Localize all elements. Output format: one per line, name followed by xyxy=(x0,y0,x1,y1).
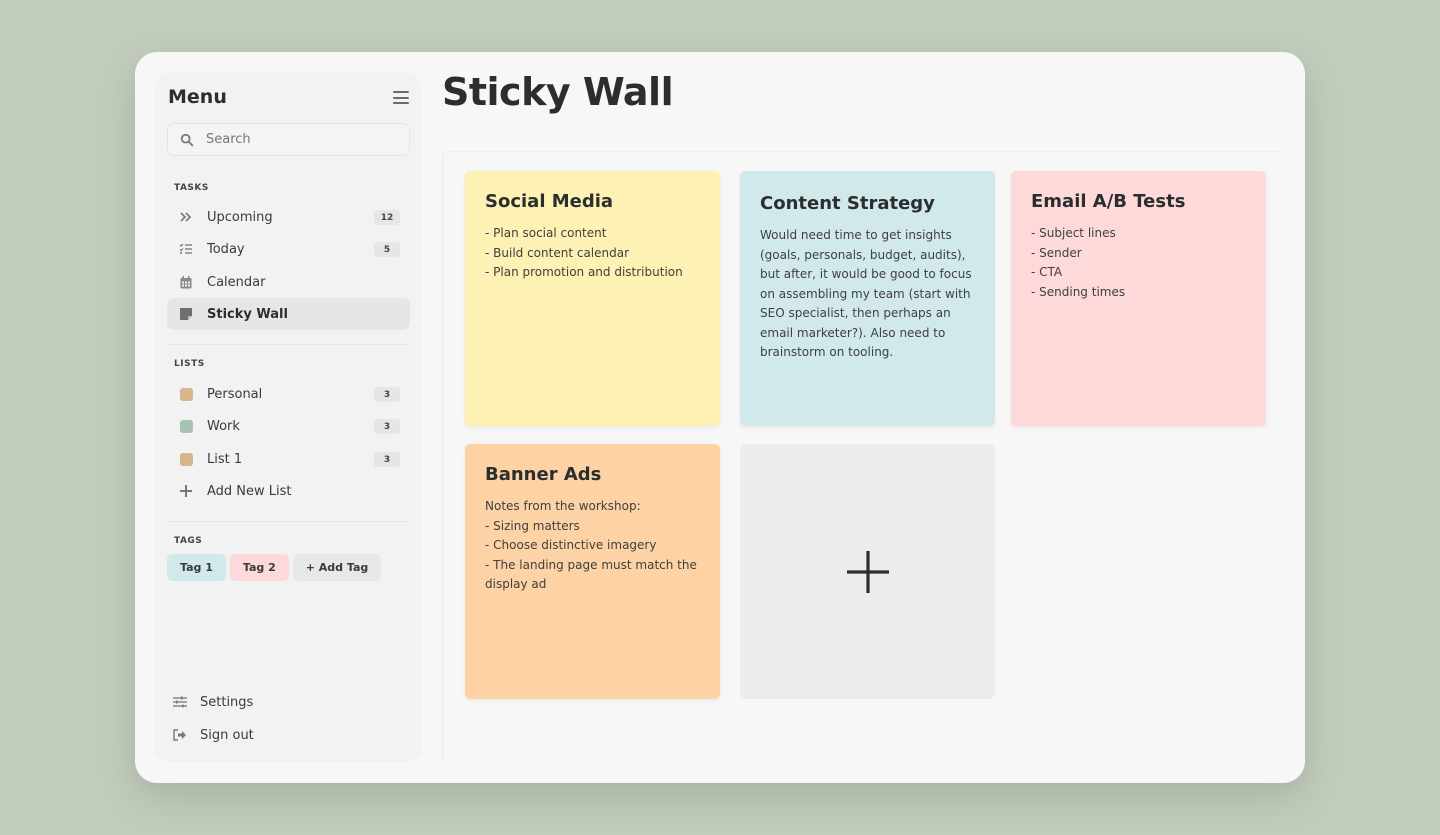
tag-list: Tag 1 Tag 2 + Add Tag xyxy=(167,554,382,581)
divider xyxy=(167,344,410,345)
note-title: Social Media xyxy=(485,191,614,212)
sidebar-item-label: Personal xyxy=(207,386,263,402)
sidebar-item-label: Today xyxy=(207,241,245,257)
tasks-section-label: TASKS xyxy=(174,183,209,193)
sidebar-item-label: Calendar xyxy=(207,274,266,290)
sticky-note[interactable]: Social Media - Plan social content - Bui… xyxy=(465,171,720,426)
sidebar-item-today[interactable]: Today 5 xyxy=(167,233,410,265)
sidebar-item-sticky-wall[interactable]: Sticky Wall xyxy=(167,298,410,330)
count-badge: 3 xyxy=(374,452,400,467)
count-badge: 3 xyxy=(374,387,400,402)
page-title: Sticky Wall xyxy=(442,70,674,114)
sticky-note[interactable]: Content Strategy Would need time to get … xyxy=(740,171,995,426)
note-title: Content Strategy xyxy=(760,193,935,214)
list-color-swatch xyxy=(179,452,193,466)
sidebar-list-list-1[interactable]: List 1 3 xyxy=(167,443,410,475)
note-title: Banner Ads xyxy=(485,464,602,485)
sidebar-item-label: Upcoming xyxy=(207,209,273,225)
sticky-note[interactable]: Banner Ads Notes from the workshop: - Si… xyxy=(465,444,720,699)
settings-label: Settings xyxy=(200,694,254,710)
count-badge: 12 xyxy=(374,210,400,225)
settings-sliders-icon xyxy=(173,696,187,708)
divider xyxy=(167,521,410,522)
search-box[interactable] xyxy=(167,123,410,156)
sidebar-list-work[interactable]: Work 3 xyxy=(167,410,410,442)
sticky-note-icon xyxy=(179,307,193,321)
hamburger-menu-icon[interactable] xyxy=(393,91,409,104)
sticky-note[interactable]: Email A/B Tests - Subject lines - Sender… xyxy=(1011,171,1266,426)
sidebar-item-label: Sticky Wall xyxy=(207,306,288,322)
checklist-icon xyxy=(179,242,193,256)
note-body: - Plan social content - Build content ca… xyxy=(485,226,683,279)
add-list-label: Add New List xyxy=(207,483,292,499)
note-body: - Subject lines - Sender - CTA - Sending… xyxy=(1031,226,1126,299)
tag-1[interactable]: Tag 1 xyxy=(167,554,226,581)
list-color-swatch xyxy=(179,419,193,433)
calendar-icon xyxy=(179,275,193,289)
sign-out-button[interactable]: Sign out xyxy=(173,723,254,747)
add-tag-button[interactable]: + Add Tag xyxy=(292,554,382,581)
note-title: Email A/B Tests xyxy=(1031,191,1186,212)
count-badge: 3 xyxy=(374,419,400,434)
search-icon xyxy=(180,133,194,146)
add-new-list-button[interactable]: Add New List xyxy=(167,475,410,507)
sidebar-list-personal[interactable]: Personal 3 xyxy=(167,378,410,410)
sidebar: Menu TASKS Upcoming 12 Today 5 Calendar xyxy=(155,73,421,762)
sticky-wall-board: Social Media - Plan social content - Bui… xyxy=(442,151,1287,764)
count-badge: 5 xyxy=(374,242,400,257)
sidebar-item-upcoming[interactable]: Upcoming 12 xyxy=(167,201,410,233)
sidebar-item-calendar[interactable]: Calendar xyxy=(167,266,410,298)
lists-section-label: LISTS xyxy=(174,359,205,369)
note-body: Would need time to get insights (goals, … xyxy=(760,228,972,359)
settings-button[interactable]: Settings xyxy=(173,690,253,714)
sidebar-item-label: List 1 xyxy=(207,451,243,467)
add-note-button[interactable] xyxy=(740,444,995,699)
search-input[interactable] xyxy=(206,132,386,147)
app-window: Menu TASKS Upcoming 12 Today 5 Calendar xyxy=(135,52,1305,783)
tags-section-label: TAGS xyxy=(174,536,203,546)
plus-icon xyxy=(179,484,193,498)
list-color-swatch xyxy=(179,387,193,401)
double-chevron-right-icon xyxy=(179,210,193,224)
note-body: Notes from the workshop: - Sizing matter… xyxy=(485,499,697,591)
tag-2[interactable]: Tag 2 xyxy=(229,554,289,581)
sign-out-label: Sign out xyxy=(200,727,254,743)
plus-icon xyxy=(846,550,889,593)
sign-out-icon xyxy=(173,729,186,741)
menu-title: Menu xyxy=(168,86,227,108)
sidebar-item-label: Work xyxy=(207,418,240,434)
